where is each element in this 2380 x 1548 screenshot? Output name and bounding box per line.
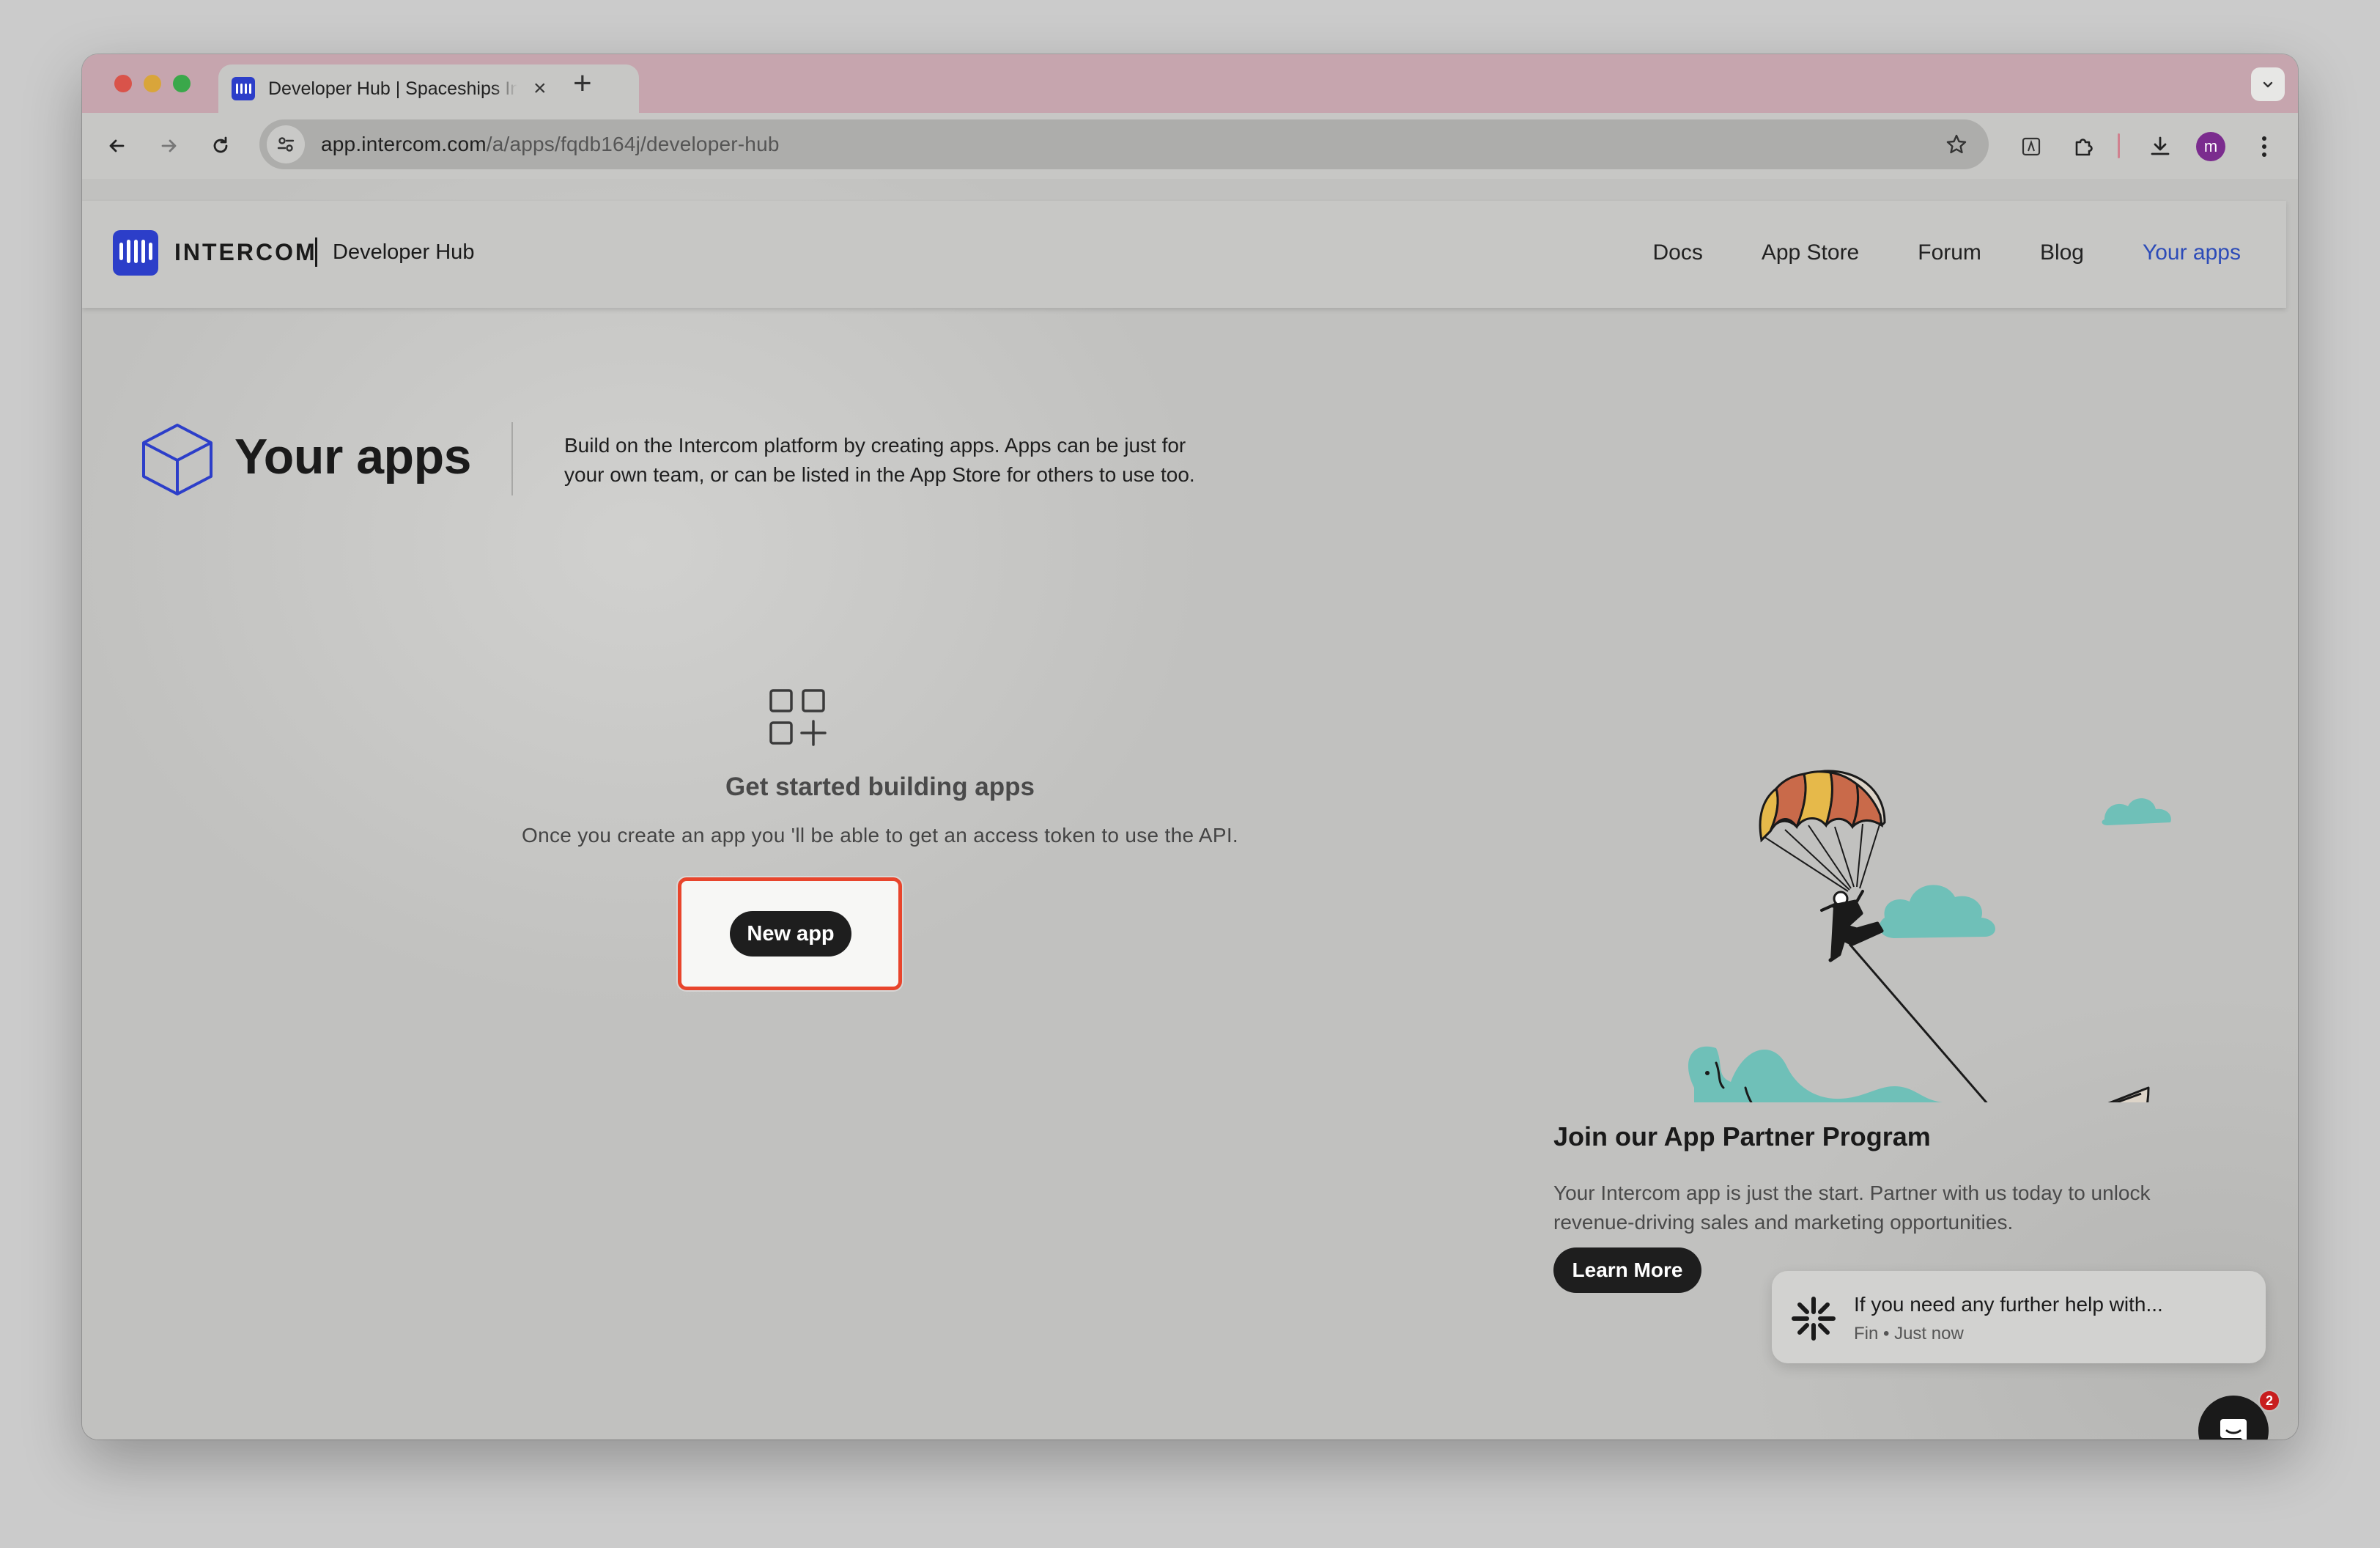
browser-menu-button[interactable] bbox=[2248, 130, 2280, 163]
messenger-preview-meta: Fin • Just now bbox=[1854, 1324, 1964, 1344]
unread-count-badge: 2 bbox=[2258, 1390, 2280, 1412]
page-content: INTERCOM Developer Hub Docs App Store Fo… bbox=[82, 179, 2298, 1440]
more-vertical-icon bbox=[2262, 136, 2266, 157]
puzzle-icon bbox=[2075, 139, 2093, 156]
intercom-favicon-icon bbox=[232, 77, 255, 100]
partner-program-title: Join our App Partner Program bbox=[1553, 1121, 1931, 1151]
empty-state-description: Once you create an app you 'll be able t… bbox=[522, 824, 1238, 847]
close-window-button[interactable] bbox=[114, 75, 132, 92]
downloads-button[interactable] bbox=[2144, 130, 2176, 163]
page-title: Your apps bbox=[234, 429, 471, 484]
page-description-line1: Build on the Intercom platform by creati… bbox=[564, 434, 1186, 457]
empty-state-title: Get started building apps bbox=[725, 773, 1035, 801]
url-host: app.intercom.com bbox=[321, 133, 487, 155]
arrow-right-icon bbox=[161, 139, 177, 152]
profile-avatar[interactable]: m bbox=[2196, 132, 2225, 161]
partner-program-description: Your Intercom app is just the start. Par… bbox=[1553, 1179, 2213, 1237]
nav-app-store[interactable]: App Store bbox=[1762, 240, 1859, 265]
browser-window: Developer Hub | Spaceships Intercom × + … bbox=[82, 54, 2298, 1440]
nav-docs[interactable]: Docs bbox=[1652, 240, 1702, 265]
new-tab-button[interactable]: + bbox=[573, 63, 592, 104]
extension-box-icon bbox=[2022, 137, 2041, 156]
browser-toolbar: app.intercom.com/a/apps/fqdb164j/develop… bbox=[82, 113, 2298, 179]
address-bar[interactable]: app.intercom.com/a/apps/fqdb164j/develop… bbox=[259, 119, 1989, 169]
messenger-preview-text: If you need any further help with... bbox=[1854, 1293, 2163, 1316]
page-description-line2: your own team, or can be listed in the A… bbox=[564, 463, 1195, 486]
site-info-button[interactable] bbox=[267, 125, 305, 163]
back-button[interactable] bbox=[100, 129, 133, 163]
chat-icon bbox=[2220, 1419, 2247, 1440]
nav-forum[interactable]: Forum bbox=[1918, 240, 1981, 265]
hero-divider bbox=[511, 422, 513, 495]
page-description: Build on the Intercom platform by creati… bbox=[564, 431, 1268, 490]
nav-blog[interactable]: Blog bbox=[2040, 240, 2084, 265]
url-path: /a/apps/fqdb164j/developer-hub bbox=[486, 133, 780, 155]
chevron-down-icon bbox=[2263, 81, 2273, 88]
arrow-left-icon bbox=[109, 139, 125, 152]
parachute-boat-illustration bbox=[1688, 770, 2171, 1102]
toolbar-separator bbox=[2118, 133, 2120, 158]
main-nav: Docs App Store Forum Blog Your apps bbox=[1652, 240, 2241, 265]
extension-button[interactable] bbox=[2015, 130, 2047, 163]
logo-text[interactable]: INTERCOM bbox=[174, 239, 317, 266]
reload-button[interactable] bbox=[204, 129, 237, 163]
learn-more-button[interactable]: Learn More bbox=[1553, 1247, 1701, 1293]
star-icon bbox=[1946, 134, 1967, 154]
minimize-window-button[interactable] bbox=[144, 75, 161, 92]
tab-close-icon[interactable]: × bbox=[533, 78, 547, 100]
maximize-window-button[interactable] bbox=[173, 75, 191, 92]
new-app-button[interactable]: New app bbox=[730, 911, 851, 957]
download-icon bbox=[2151, 136, 2170, 155]
site-header: INTERCOM Developer Hub Docs App Store Fo… bbox=[82, 201, 2286, 308]
reload-icon bbox=[213, 136, 228, 153]
forward-button[interactable] bbox=[152, 129, 186, 163]
fin-logo-icon bbox=[1792, 1297, 1836, 1341]
tab-title: Developer Hub | Spaceships Intercom bbox=[268, 78, 517, 99]
tune-icon bbox=[277, 137, 295, 152]
cube-icon bbox=[142, 424, 212, 495]
tab-search-button[interactable] bbox=[2251, 67, 2285, 101]
apps-add-icon bbox=[769, 689, 827, 746]
logo-divider bbox=[315, 237, 317, 267]
nav-your-apps[interactable]: Your apps bbox=[2143, 240, 2241, 265]
partner-program-description-line1: Your Intercom app is just the start. Par… bbox=[1553, 1182, 2151, 1204]
bookmark-button[interactable] bbox=[1945, 133, 1968, 160]
logo-subtitle[interactable]: Developer Hub bbox=[333, 240, 474, 265]
url-text: app.intercom.com/a/apps/fqdb164j/develop… bbox=[321, 133, 780, 156]
intercom-logo-icon[interactable] bbox=[113, 230, 158, 276]
extensions-button[interactable] bbox=[2068, 130, 2100, 163]
tab-strip: Developer Hub | Spaceships Intercom × + bbox=[82, 54, 2298, 113]
messenger-preview-card[interactable]: If you need any further help with... Fin… bbox=[1772, 1271, 2266, 1363]
partner-program-description-line2: revenue-driving sales and marketing oppo… bbox=[1553, 1211, 2014, 1234]
